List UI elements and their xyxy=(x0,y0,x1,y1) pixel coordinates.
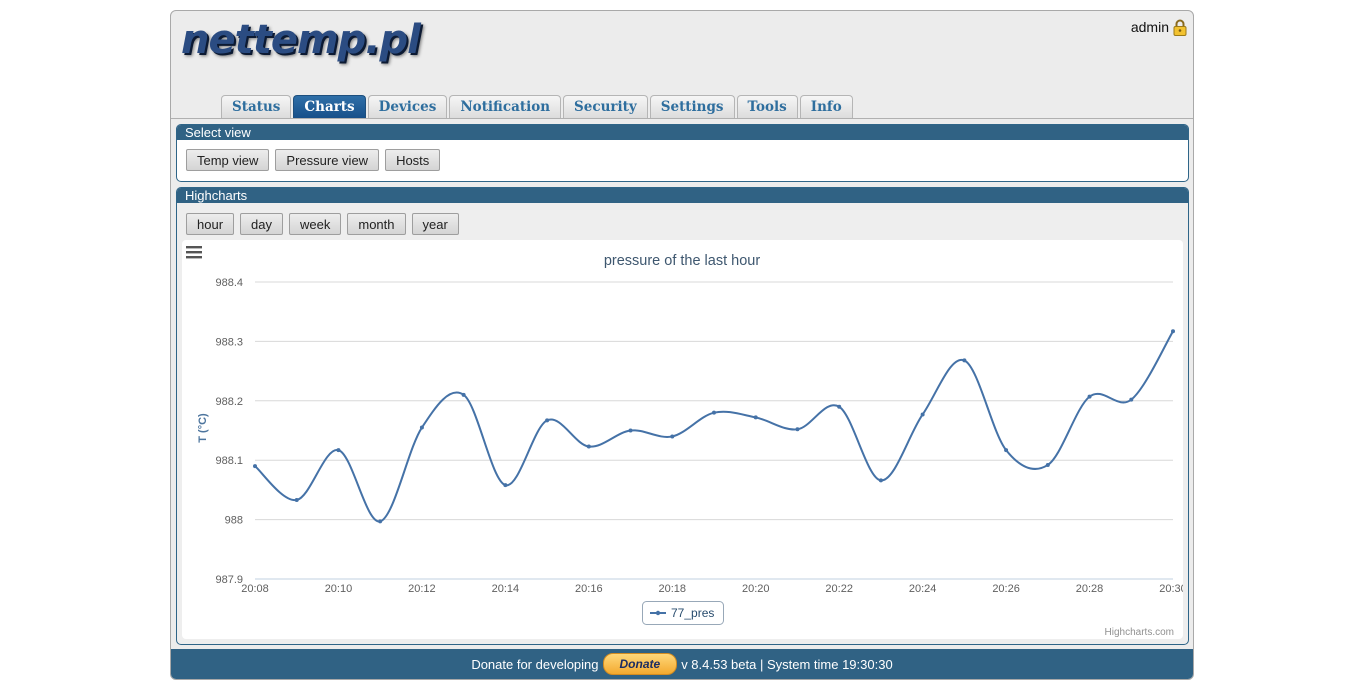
x-tick-label: 20:10 xyxy=(325,583,353,595)
tab-security[interactable]: Security xyxy=(563,95,648,118)
view-buttons: Temp view Pressure view Hosts xyxy=(186,149,441,171)
x-tick-label: 20:12 xyxy=(408,583,436,595)
page-container: nettemp.pl admin Status Charts Devices N… xyxy=(170,10,1194,680)
highcharts-credit[interactable]: Highcharts.com xyxy=(1105,627,1174,638)
y-tick-label: 987.9 xyxy=(215,574,243,586)
main-nav: Status Charts Devices Notification Secur… xyxy=(221,95,853,118)
footer-version-time: v 8.4.53 beta | System time 19:30:30 xyxy=(681,656,893,672)
tab-info[interactable]: Info xyxy=(799,95,853,118)
x-tick-label: 20:14 xyxy=(492,583,520,595)
y-tick-labels: 988.4 988.3 988.2 988.1 988 987.9 xyxy=(215,277,243,586)
x-tick-label: 20:30 xyxy=(1159,583,1183,595)
data-point[interactable] xyxy=(294,497,299,502)
data-point[interactable] xyxy=(336,448,341,453)
data-point[interactable] xyxy=(378,519,383,524)
data-point[interactable] xyxy=(753,415,758,420)
y-axis-label: T (°C) xyxy=(197,413,209,443)
user-box: admin xyxy=(1131,19,1187,36)
data-point[interactable] xyxy=(253,464,257,469)
tab-devices[interactable]: Devices xyxy=(367,95,448,118)
data-point[interactable] xyxy=(628,428,633,433)
legend[interactable]: 77_pres xyxy=(642,601,724,625)
range-year-button[interactable]: year xyxy=(411,213,459,235)
legend-item-77-pres[interactable]: 77_pres xyxy=(671,606,714,620)
footer: Donate for developing Donate v 8.4.53 be… xyxy=(171,649,1193,679)
pressure-chart: pressure of the last hour 988.4988.3988.… xyxy=(186,246,1187,638)
data-point[interactable] xyxy=(712,410,716,415)
data-point[interactable] xyxy=(1129,397,1134,402)
data-point[interactable] xyxy=(503,483,508,488)
x-tick-label: 20:26 xyxy=(992,583,1020,595)
x-tick-label: 20:24 xyxy=(909,583,937,595)
series-line xyxy=(254,330,1174,523)
x-tick-label: 20:08 xyxy=(241,583,269,595)
x-tick-label: 20:18 xyxy=(659,583,687,595)
logo[interactable]: nettemp.pl xyxy=(181,17,421,63)
y-tick-label: 988.4 xyxy=(215,277,243,289)
x-tick-labels: 20:08 20:10 20:12 20:14 20:16 20:18 20:20 20:22… xyxy=(241,583,1187,595)
tab-notification[interactable]: Notification xyxy=(449,95,562,118)
data-point[interactable] xyxy=(670,434,675,439)
donate-button[interactable]: Donate xyxy=(602,653,678,675)
tab-charts[interactable]: Charts xyxy=(293,95,366,118)
chart-title: pressure of the last hour xyxy=(604,253,761,269)
select-view-title: Select view xyxy=(177,125,1188,140)
range-buttons: hour day week month year xyxy=(186,213,459,235)
data-point[interactable] xyxy=(837,404,842,409)
series-77-pres xyxy=(253,329,1175,524)
y-tick-label: 988.2 xyxy=(215,396,243,408)
tab-tools[interactable]: Tools xyxy=(736,95,798,118)
range-hour-button[interactable]: hour xyxy=(186,213,235,235)
data-point[interactable] xyxy=(1171,329,1175,334)
nav-divider xyxy=(171,118,1193,119)
range-month-button[interactable]: month xyxy=(347,213,406,235)
tab-settings[interactable]: Settings xyxy=(649,95,735,118)
pressure-view-button[interactable]: Pressure view xyxy=(275,149,380,171)
select-view-panel: Select view Temp view Pressure view Host… xyxy=(176,124,1189,182)
x-tick-label: 20:16 xyxy=(575,583,603,595)
lock-icon[interactable] xyxy=(1173,19,1187,36)
data-point[interactable] xyxy=(920,412,925,417)
y-tick-label: 988.1 xyxy=(215,455,243,467)
data-point[interactable] xyxy=(1087,394,1092,399)
footer-donate-text: Donate for developing xyxy=(471,656,599,672)
data-point[interactable] xyxy=(962,358,967,363)
tab-status[interactable]: Status xyxy=(221,95,292,118)
range-week-button[interactable]: week xyxy=(289,213,342,235)
y-tick-label: 988 xyxy=(225,515,243,527)
data-point[interactable] xyxy=(878,478,883,483)
x-tick-label: 20:20 xyxy=(742,583,770,595)
range-day-button[interactable]: day xyxy=(240,213,283,235)
username[interactable]: admin xyxy=(1131,19,1169,35)
x-tick-label: 20:28 xyxy=(1076,583,1104,595)
data-point[interactable] xyxy=(545,418,550,423)
data-point[interactable] xyxy=(419,425,424,430)
data-point[interactable] xyxy=(586,444,591,449)
data-point[interactable] xyxy=(461,392,466,397)
data-point[interactable] xyxy=(1045,462,1050,467)
y-tick-label: 988.3 xyxy=(215,336,243,348)
data-point[interactable] xyxy=(1004,448,1009,453)
hamburger-menu-icon[interactable] xyxy=(186,246,202,259)
data-point[interactable] xyxy=(795,427,800,432)
grid-lines xyxy=(255,281,1173,580)
chart-area: pressure of the last hour 988.4 988.3 988.… xyxy=(182,240,1187,639)
x-tick-label: 20:22 xyxy=(825,583,853,595)
hosts-button[interactable]: Hosts xyxy=(385,149,441,171)
highcharts-panel: Highcharts hour day week month year pres… xyxy=(176,187,1189,645)
temp-view-button[interactable]: Temp view xyxy=(186,149,270,171)
highcharts-title: Highcharts xyxy=(177,188,1188,203)
